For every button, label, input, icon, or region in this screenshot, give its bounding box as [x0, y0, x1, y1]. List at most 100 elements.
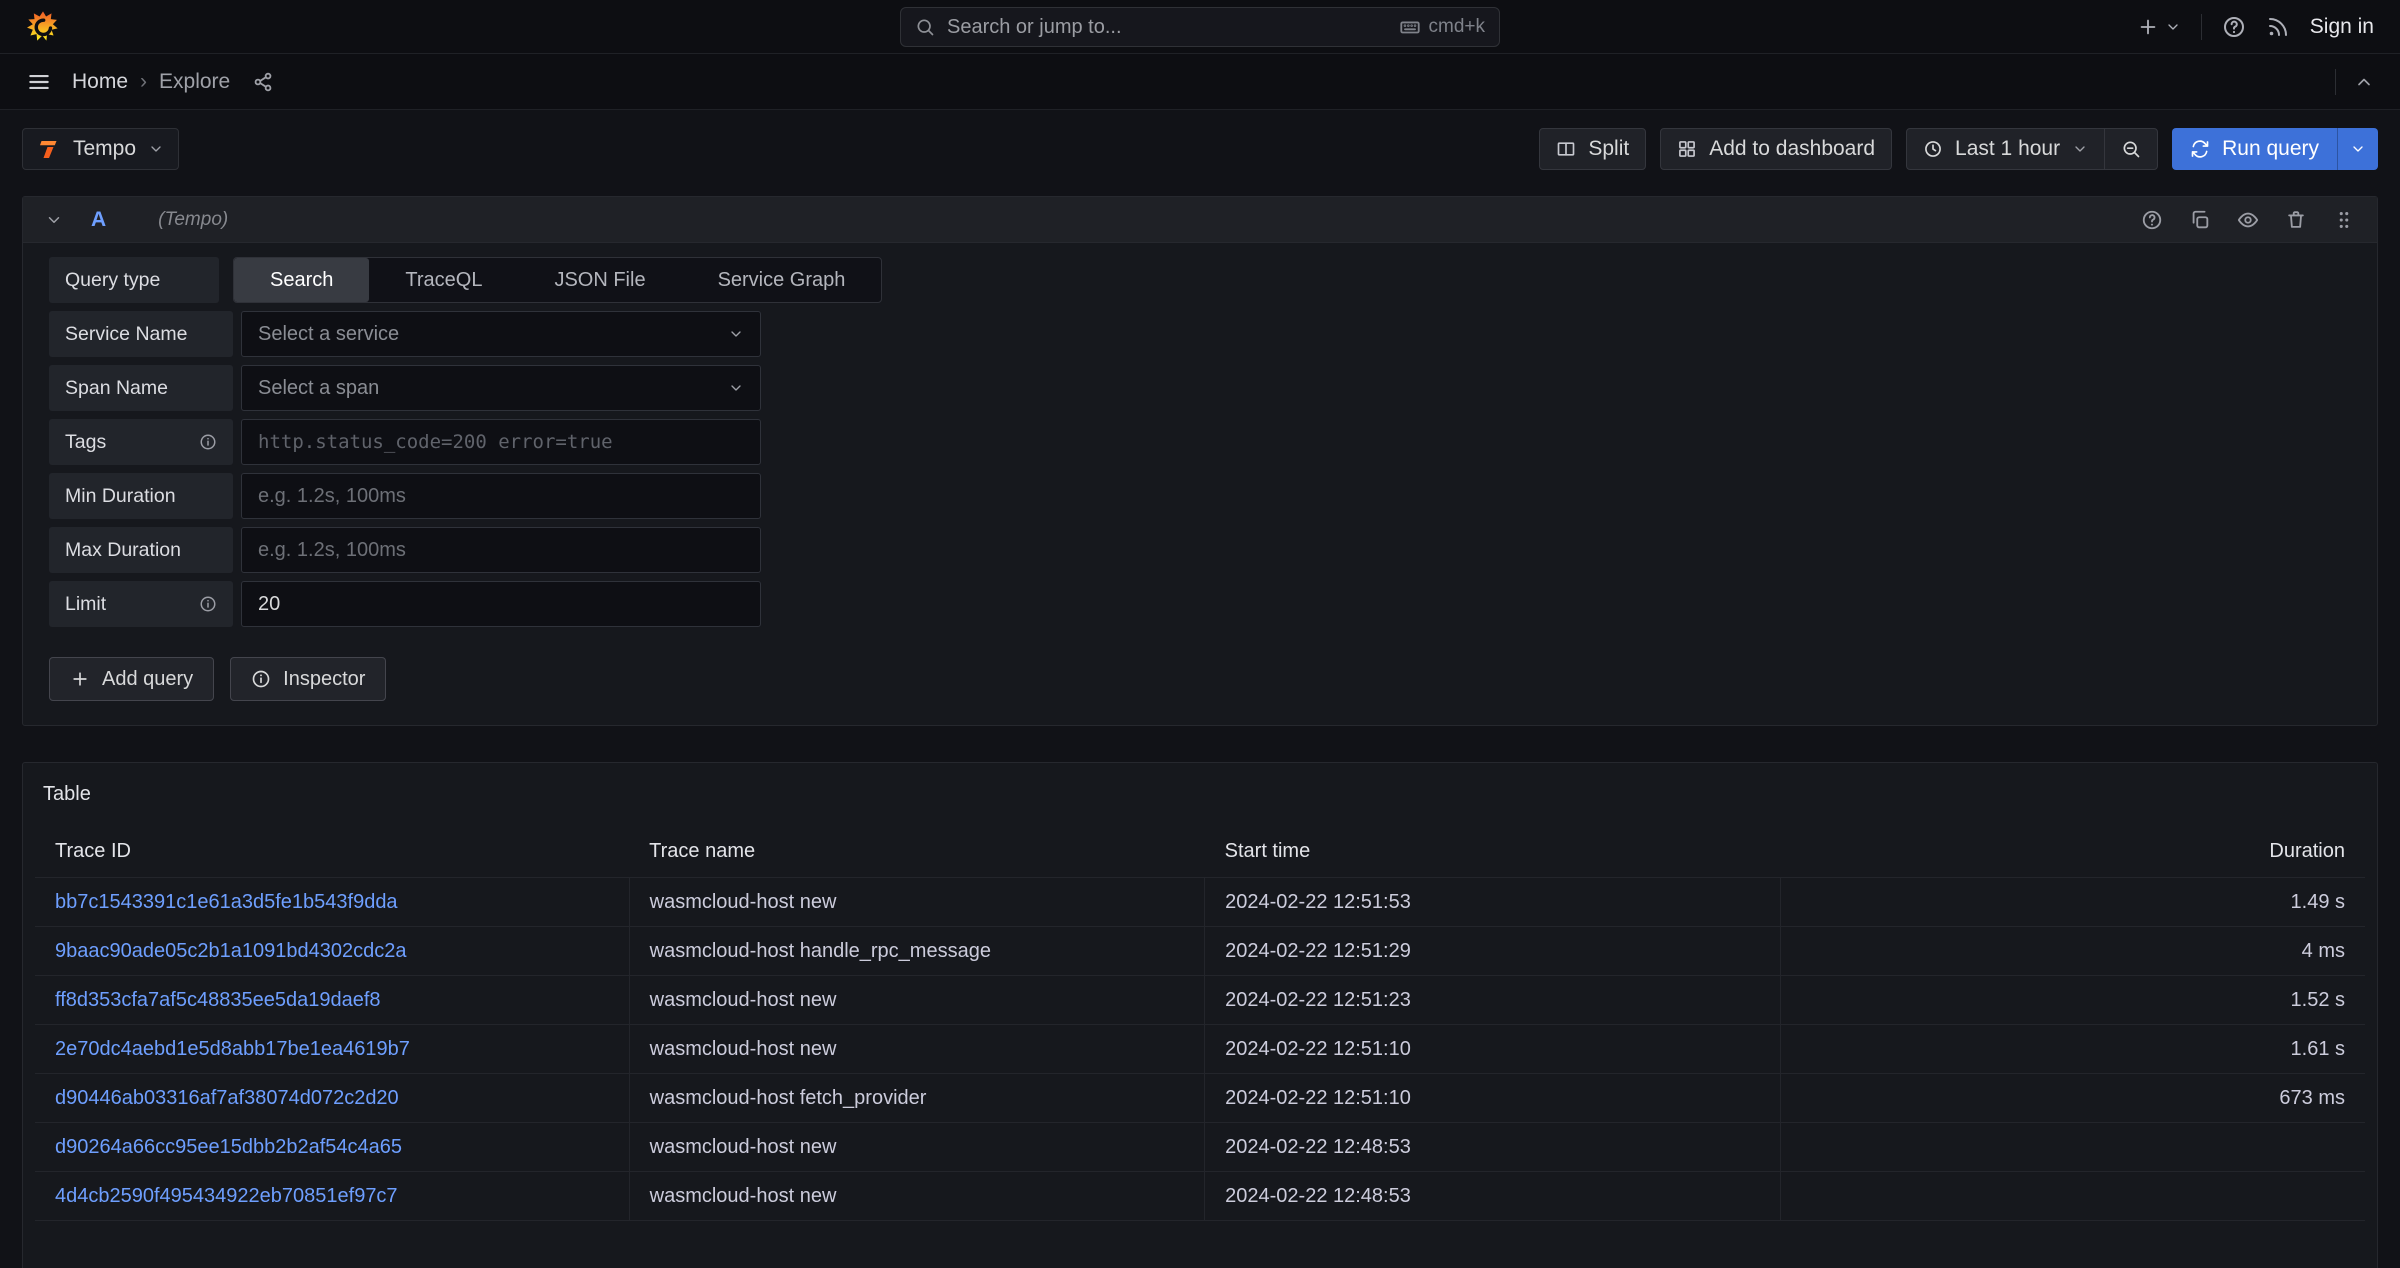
chevron-down-icon	[2165, 19, 2181, 35]
trace-id-link[interactable]: d90446ab03316af7af38074d072c2d20	[35, 1074, 629, 1123]
span-name-select[interactable]: Select a span	[241, 365, 761, 411]
run-query-button[interactable]: Run query	[2172, 128, 2378, 170]
max-duration-input[interactable]	[241, 527, 761, 573]
datasource-picker[interactable]: Tempo	[22, 128, 179, 170]
breadcrumb-current: Explore	[159, 70, 230, 94]
apps-grid-icon	[1677, 139, 1697, 159]
trace-name-cell: wasmcloud-host new	[629, 1123, 1205, 1172]
col-header-trace-name[interactable]: Trace name	[629, 830, 1205, 878]
trace-name-cell: wasmcloud-host new	[629, 1172, 1205, 1221]
col-header-duration[interactable]: Duration	[1780, 830, 2365, 878]
new-menu-button[interactable]	[2137, 16, 2181, 38]
query-row-header[interactable]: A (Tempo)	[23, 197, 2377, 243]
table-row: 2e70dc4aebd1e5d8abb17be1ea4619b7 wasmclo…	[35, 1025, 2365, 1074]
query-footer: Add query Inspector	[49, 657, 2351, 701]
zoom-out-time-button[interactable]	[2104, 129, 2157, 169]
service-name-placeholder: Select a service	[258, 323, 399, 346]
add-to-dashboard-button[interactable]: Add to dashboard	[1660, 128, 1892, 170]
start-time-cell: 2024-02-22 12:51:23	[1205, 976, 1781, 1025]
trace-id-link[interactable]: bb7c1543391c1e61a3d5fe1b543f9dda	[35, 878, 629, 927]
min-duration-row: Min Duration	[49, 473, 2351, 519]
limit-input[interactable]	[241, 581, 761, 627]
help-button[interactable]	[2222, 15, 2246, 39]
query-type-radio-group: Search TraceQL JSON File Service Graph	[233, 257, 882, 303]
news-rss-button[interactable]	[2266, 15, 2290, 39]
service-name-select[interactable]: Select a service	[241, 311, 761, 357]
trace-id-link[interactable]: 4d4cb2590f495434922eb70851ef97c7	[35, 1172, 629, 1221]
grafana-logo[interactable]	[26, 10, 60, 44]
add-query-button[interactable]: Add query	[49, 657, 214, 701]
tempo-logo-icon	[37, 137, 61, 161]
col-header-trace-id[interactable]: Trace ID	[35, 830, 629, 878]
zoom-out-icon	[2121, 139, 2141, 159]
split-columns-icon	[1556, 139, 1576, 159]
tags-input[interactable]	[241, 419, 761, 465]
start-time-cell: 2024-02-22 12:51:10	[1205, 1025, 1781, 1074]
col-header-start-time[interactable]: Start time	[1205, 830, 1781, 878]
chevron-down-icon	[2072, 141, 2088, 157]
run-query-main[interactable]: Run query	[2172, 128, 2337, 170]
trace-id-link[interactable]: 9baac90ade05c2b1a1091bd4302cdc2a	[35, 927, 629, 976]
table-row: 4d4cb2590f495434922eb70851ef97c7 wasmclo…	[35, 1172, 2365, 1221]
min-duration-input[interactable]	[241, 473, 761, 519]
panel-title[interactable]: Table	[23, 779, 91, 806]
span-name-placeholder: Select a span	[258, 377, 379, 400]
duration-cell: 1.49 s	[1780, 878, 2365, 927]
global-search-input[interactable]: Search or jump to... cmd+k	[900, 7, 1500, 47]
topbar-actions: Sign in	[2137, 14, 2374, 40]
add-to-dashboard-label: Add to dashboard	[1709, 137, 1875, 161]
start-time-cell: 2024-02-22 12:51:53	[1205, 878, 1781, 927]
info-icon[interactable]	[199, 595, 217, 613]
inspector-label: Inspector	[283, 668, 365, 691]
collapse-top-button[interactable]	[2354, 72, 2374, 92]
time-range-button[interactable]: Last 1 hour	[1907, 129, 2104, 169]
tab-json-file[interactable]: JSON File	[518, 258, 681, 302]
delete-query-icon[interactable]	[2285, 209, 2307, 231]
inspector-button[interactable]: Inspector	[230, 657, 386, 701]
query-editor-panel: A (Tempo)	[22, 196, 2378, 726]
time-range-label: Last 1 hour	[1955, 137, 2060, 161]
menu-toggle-button[interactable]	[26, 69, 52, 95]
trace-id-link[interactable]: ff8d353cfa7af5c48835ee5da19daef8	[35, 976, 629, 1025]
drag-handle-icon[interactable]	[2333, 209, 2355, 231]
query-type-row: Query type Search TraceQL JSON File Serv…	[49, 257, 2351, 303]
limit-row: Limit	[49, 581, 2351, 627]
table-row: ff8d353cfa7af5c48835ee5da19daef8 wasmclo…	[35, 976, 2365, 1025]
breadcrumb-bar: Home › Explore	[0, 54, 2400, 110]
tab-service-graph[interactable]: Service Graph	[682, 258, 882, 302]
tab-search[interactable]: Search	[234, 258, 369, 302]
collapse-query-icon[interactable]	[45, 211, 63, 229]
info-icon[interactable]	[199, 433, 217, 451]
chevron-down-icon	[148, 141, 164, 157]
breadcrumb: Home › Explore	[72, 70, 230, 94]
trace-name-cell: wasmcloud-host new	[629, 976, 1205, 1025]
start-time-cell: 2024-02-22 12:48:53	[1205, 1123, 1781, 1172]
trace-id-link[interactable]: 2e70dc4aebd1e5d8abb17be1ea4619b7	[35, 1025, 629, 1074]
plus-icon	[70, 669, 90, 689]
duplicate-query-icon[interactable]	[2189, 209, 2211, 231]
sync-icon	[2190, 139, 2210, 159]
start-time-cell: 2024-02-22 12:48:53	[1205, 1172, 1781, 1221]
chevron-down-icon	[728, 326, 744, 342]
trace-table: Trace ID Trace name Start time Duration …	[35, 830, 2365, 1221]
table-row: bb7c1543391c1e61a3d5fe1b543f9dda wasmclo…	[35, 878, 2365, 927]
split-button[interactable]: Split	[1539, 128, 1646, 170]
duration-cell	[1780, 1172, 2365, 1221]
toggle-visibility-icon[interactable]	[2237, 209, 2259, 231]
divider	[2201, 14, 2202, 40]
run-query-dropdown[interactable]	[2337, 128, 2378, 170]
tab-traceql[interactable]: TraceQL	[369, 258, 518, 302]
query-help-icon[interactable]	[2141, 209, 2163, 231]
tags-row: Tags	[49, 419, 2351, 465]
info-circle-icon	[251, 669, 271, 689]
duration-cell	[1780, 1123, 2365, 1172]
breadcrumb-separator: ›	[140, 70, 147, 94]
sign-in-button[interactable]: Sign in	[2310, 15, 2374, 39]
breadcrumb-home[interactable]: Home	[72, 70, 128, 94]
share-icon[interactable]	[252, 71, 274, 93]
trace-id-link[interactable]: d90264a66cc95ee15dbb2b2af54c4a65	[35, 1123, 629, 1172]
query-ref-id[interactable]: A	[91, 208, 106, 232]
search-placeholder: Search or jump to...	[947, 16, 1387, 39]
run-query-label: Run query	[2222, 137, 2319, 161]
limit-label: Limit	[49, 581, 233, 627]
